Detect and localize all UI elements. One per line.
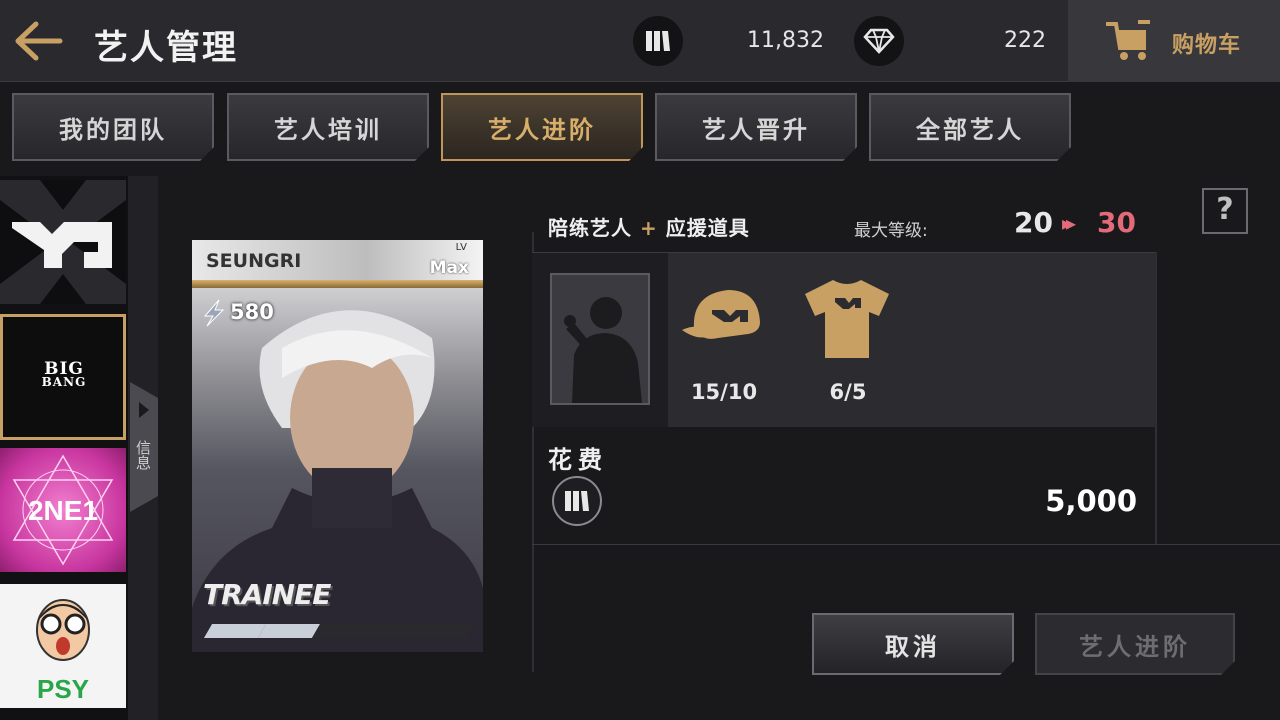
lightning-icon — [203, 299, 225, 327]
coin-icon — [633, 16, 683, 66]
partner-artist-slot[interactable] — [550, 273, 650, 405]
gem-amount: 222 — [1004, 28, 1046, 53]
cap-icon — [682, 290, 760, 339]
cancel-button[interactable]: 取消 — [812, 613, 1014, 675]
coin-amount: 11,832 — [747, 28, 824, 53]
back-arrow-icon — [15, 21, 63, 61]
sidebar-item-2ne1[interactable]: 2NE1 — [0, 448, 126, 572]
requirement-partner-label: 陪练艺人 — [548, 216, 632, 240]
rank-badge: TRAINEE — [203, 578, 331, 611]
max-level-label: 最大等级: — [854, 221, 928, 241]
rank-progress-segment — [203, 624, 267, 638]
tab-artist-advance[interactable]: 艺人进阶 — [441, 93, 643, 161]
card-gold-strip — [192, 280, 483, 288]
advance-artist-button[interactable]: 艺人进阶 — [1035, 613, 1235, 675]
level-value: Max — [429, 258, 469, 278]
requirement-label: 陪练艺人 + 应援道具 — [548, 212, 750, 241]
cost-label: 花费 — [548, 446, 608, 474]
rank-progress-segment — [311, 624, 375, 638]
sidebar-item-bigbang[interactable]: BIG BANG — [0, 314, 126, 440]
tab-artist-promotion[interactable]: 艺人晋升 — [655, 93, 857, 161]
top-bar: 艺人管理 11,832 222 购物车 — [0, 0, 1280, 82]
cart-icon — [1106, 20, 1150, 60]
card-header: SEUNGRI LV Max — [192, 240, 483, 280]
level-label: LV — [455, 242, 467, 253]
tshirt-quantity: 6/5 — [829, 380, 867, 404]
requirement-items-label: 应援道具 — [665, 216, 750, 240]
chevron-right-icon — [137, 400, 151, 420]
rank-progress-segment — [419, 624, 475, 638]
new-max-level: 30 — [1097, 206, 1136, 239]
sidebar-item-psy[interactable]: PSY — [0, 584, 126, 708]
singer-silhouette-icon — [564, 297, 642, 403]
tab-artist-training[interactable]: 艺人培训 — [227, 93, 429, 161]
help-button[interactable]: ? — [1202, 188, 1248, 234]
sidebar-item-yg[interactable] — [0, 180, 126, 304]
rank-progress-segment — [257, 624, 321, 638]
coin-icon — [552, 476, 602, 526]
level-arrow-icon: ▸▸ — [1062, 211, 1076, 235]
cost-amount: 5,000 — [1045, 484, 1137, 518]
tab-all-artists[interactable]: 全部艺人 — [869, 93, 1071, 161]
info-tab-label: 信息 — [134, 440, 152, 470]
diamond-icon — [854, 16, 904, 66]
svg-text:2NE1: 2NE1 — [28, 495, 98, 526]
artist-name: SEUNGRI — [206, 250, 302, 272]
panel-divider — [532, 544, 1280, 545]
psy-logo-icon: PSY — [36, 599, 90, 704]
yg-logo-icon — [0, 180, 126, 304]
current-max-level: 20 — [1014, 206, 1053, 239]
rank-progress-segment — [365, 624, 429, 638]
tshirt-icon — [805, 280, 889, 358]
bigbang-logo-icon: BIG BANG — [41, 359, 87, 389]
back-button[interactable] — [14, 18, 66, 64]
cart-label: 购物车 — [1172, 33, 1242, 58]
svg-text:PSY: PSY — [37, 674, 89, 704]
plus-sign: + — [639, 216, 658, 240]
2ne1-logo-icon: 2NE1 — [12, 454, 114, 566]
tab-my-team[interactable]: 我的团队 — [12, 93, 214, 161]
cap-quantity: 15/10 — [690, 380, 758, 404]
power-value: 580 — [230, 300, 274, 324]
page-title: 艺人管理 — [94, 28, 238, 68]
